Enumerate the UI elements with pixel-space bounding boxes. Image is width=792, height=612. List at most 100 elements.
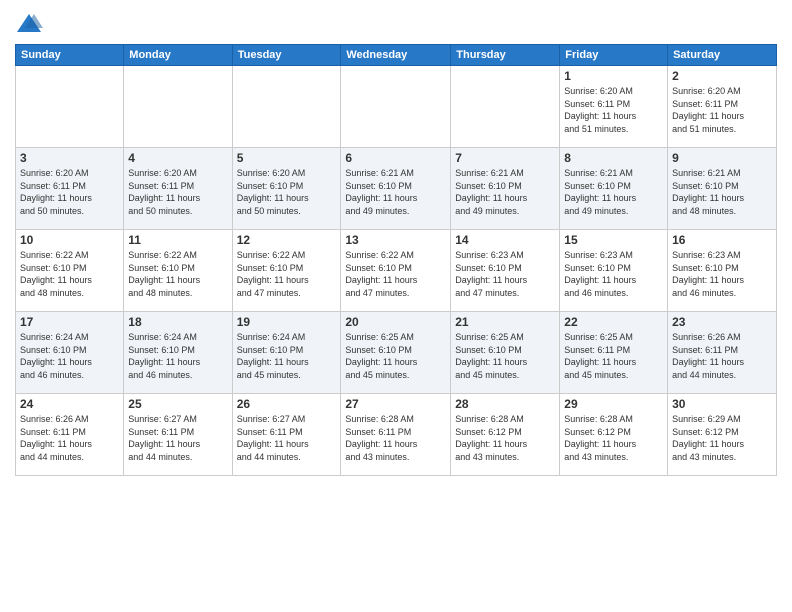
day-number: 12: [237, 233, 337, 247]
calendar-cell: 24 Sunrise: 6:26 AM Sunset: 6:11 PM Dayli…: [16, 394, 124, 476]
day-info: Sunrise: 6:21 AM Sunset: 6:10 PM Dayligh…: [455, 167, 555, 217]
day-number: 10: [20, 233, 119, 247]
day-number: 4: [128, 151, 227, 165]
day-info: Sunrise: 6:21 AM Sunset: 6:10 PM Dayligh…: [672, 167, 772, 217]
day-info: Sunrise: 6:29 AM Sunset: 6:12 PM Dayligh…: [672, 413, 772, 463]
calendar-cell: 6 Sunrise: 6:21 AM Sunset: 6:10 PM Daylig…: [341, 148, 451, 230]
calendar-cell: [16, 66, 124, 148]
day-info: Sunrise: 6:20 AM Sunset: 6:11 PM Dayligh…: [564, 85, 663, 135]
day-number: 18: [128, 315, 227, 329]
day-number: 2: [672, 69, 772, 83]
calendar-cell: 14Sunrise: 6:23 AM Sunset: 6:10 PM Dayli…: [451, 230, 560, 312]
day-number: 23: [672, 315, 772, 329]
weekday-header-tuesday: Tuesday: [232, 45, 341, 66]
day-number: 30: [672, 397, 772, 411]
calendar-cell: 2 Sunrise: 6:20 AM Sunset: 6:11 PM Daylig…: [668, 66, 777, 148]
logo: [15, 10, 47, 38]
day-info: Sunrise: 6:28 AM Sunset: 6:12 PM Dayligh…: [564, 413, 663, 463]
calendar-cell: 25Sunrise: 6:27 AM Sunset: 6:11 PM Dayli…: [124, 394, 232, 476]
calendar-cell: 30 Sunrise: 6:29 AM Sunset: 6:12 PM Dayli…: [668, 394, 777, 476]
header: [15, 10, 777, 38]
calendar-cell: 15Sunrise: 6:23 AM Sunset: 6:10 PM Dayli…: [560, 230, 668, 312]
day-info: Sunrise: 6:20 AM Sunset: 6:11 PM Dayligh…: [128, 167, 227, 217]
calendar-cell: 7 Sunrise: 6:21 AM Sunset: 6:10 PM Daylig…: [451, 148, 560, 230]
calendar-cell: 26 Sunrise: 6:27 AM Sunset: 6:11 PM Dayli…: [232, 394, 341, 476]
week-row-2: 3 Sunrise: 6:20 AM Sunset: 6:11 PM Daylig…: [16, 148, 777, 230]
day-number: 1: [564, 69, 663, 83]
day-number: 29: [564, 397, 663, 411]
day-number: 3: [20, 151, 119, 165]
calendar-cell: 17 Sunrise: 6:24 AM Sunset: 6:10 PM Dayli…: [16, 312, 124, 394]
week-row-1: 1 Sunrise: 6:20 AM Sunset: 6:11 PM Daylig…: [16, 66, 777, 148]
calendar-cell: 10 Sunrise: 6:22 AM Sunset: 6:10 PM Dayli…: [16, 230, 124, 312]
day-info: Sunrise: 6:26 AM Sunset: 6:11 PM Dayligh…: [672, 331, 772, 381]
day-number: 14: [455, 233, 555, 247]
weekday-header-wednesday: Wednesday: [341, 45, 451, 66]
calendar-cell: 23 Sunrise: 6:26 AM Sunset: 6:11 PM Dayli…: [668, 312, 777, 394]
calendar-cell: 27 Sunrise: 6:28 AM Sunset: 6:11 PM Dayli…: [341, 394, 451, 476]
week-row-4: 17 Sunrise: 6:24 AM Sunset: 6:10 PM Dayli…: [16, 312, 777, 394]
week-row-3: 10 Sunrise: 6:22 AM Sunset: 6:10 PM Dayli…: [16, 230, 777, 312]
day-info: Sunrise: 6:22 AM Sunset: 6:10 PM Dayligh…: [20, 249, 119, 299]
day-number: 11: [128, 233, 227, 247]
day-info: Sunrise: 6:28 AM Sunset: 6:11 PM Dayligh…: [345, 413, 446, 463]
day-info: Sunrise: 6:25 AM Sunset: 6:10 PM Dayligh…: [345, 331, 446, 381]
day-number: 8: [564, 151, 663, 165]
calendar-cell: 21 Sunrise: 6:25 AM Sunset: 6:10 PM Dayli…: [451, 312, 560, 394]
calendar-cell: 28Sunrise: 6:28 AM Sunset: 6:12 PM Dayli…: [451, 394, 560, 476]
day-number: 26: [237, 397, 337, 411]
day-info: Sunrise: 6:20 AM Sunset: 6:11 PM Dayligh…: [20, 167, 119, 217]
day-info: Sunrise: 6:23 AM Sunset: 6:10 PM Dayligh…: [672, 249, 772, 299]
day-info: Sunrise: 6:22 AM Sunset: 6:10 PM Dayligh…: [237, 249, 337, 299]
logo-icon: [15, 10, 43, 38]
calendar-cell: [232, 66, 341, 148]
calendar-cell: 16 Sunrise: 6:23 AM Sunset: 6:10 PM Dayli…: [668, 230, 777, 312]
day-info: Sunrise: 6:28 AM Sunset: 6:12 PM Dayligh…: [455, 413, 555, 463]
day-info: Sunrise: 6:22 AM Sunset: 6:10 PM Dayligh…: [345, 249, 446, 299]
calendar-cell: 19Sunrise: 6:24 AM Sunset: 6:10 PM Dayli…: [232, 312, 341, 394]
day-number: 21: [455, 315, 555, 329]
day-info: Sunrise: 6:26 AM Sunset: 6:11 PM Dayligh…: [20, 413, 119, 463]
calendar-cell: 12 Sunrise: 6:22 AM Sunset: 6:10 PM Dayli…: [232, 230, 341, 312]
day-number: 13: [345, 233, 446, 247]
day-number: 16: [672, 233, 772, 247]
day-number: 25: [128, 397, 227, 411]
calendar-cell: [341, 66, 451, 148]
weekday-header-monday: Monday: [124, 45, 232, 66]
weekday-header-thursday: Thursday: [451, 45, 560, 66]
day-number: 6: [345, 151, 446, 165]
day-info: Sunrise: 6:24 AM Sunset: 6:10 PM Dayligh…: [128, 331, 227, 381]
week-row-5: 24 Sunrise: 6:26 AM Sunset: 6:11 PM Dayli…: [16, 394, 777, 476]
calendar-cell: 9 Sunrise: 6:21 AM Sunset: 6:10 PM Daylig…: [668, 148, 777, 230]
day-info: Sunrise: 6:22 AM Sunset: 6:10 PM Dayligh…: [128, 249, 227, 299]
day-number: 17: [20, 315, 119, 329]
day-number: 22: [564, 315, 663, 329]
day-info: Sunrise: 6:27 AM Sunset: 6:11 PM Dayligh…: [237, 413, 337, 463]
day-info: Sunrise: 6:20 AM Sunset: 6:10 PM Dayligh…: [237, 167, 337, 217]
weekday-header-row: SundayMondayTuesdayWednesdayThursdayFrid…: [16, 45, 777, 66]
calendar-cell: 4 Sunrise: 6:20 AM Sunset: 6:11 PM Daylig…: [124, 148, 232, 230]
page: SundayMondayTuesdayWednesdayThursdayFrid…: [0, 0, 792, 612]
day-number: 27: [345, 397, 446, 411]
calendar-cell: [124, 66, 232, 148]
day-number: 20: [345, 315, 446, 329]
calendar-cell: 18 Sunrise: 6:24 AM Sunset: 6:10 PM Dayli…: [124, 312, 232, 394]
day-info: Sunrise: 6:24 AM Sunset: 6:10 PM Dayligh…: [20, 331, 119, 381]
day-info: Sunrise: 6:23 AM Sunset: 6:10 PM Dayligh…: [564, 249, 663, 299]
calendar: SundayMondayTuesdayWednesdayThursdayFrid…: [15, 44, 777, 476]
calendar-cell: 5 Sunrise: 6:20 AM Sunset: 6:10 PM Daylig…: [232, 148, 341, 230]
day-info: Sunrise: 6:20 AM Sunset: 6:11 PM Dayligh…: [672, 85, 772, 135]
weekday-header-sunday: Sunday: [16, 45, 124, 66]
calendar-cell: 29 Sunrise: 6:28 AM Sunset: 6:12 PM Dayli…: [560, 394, 668, 476]
day-number: 19: [237, 315, 337, 329]
day-info: Sunrise: 6:21 AM Sunset: 6:10 PM Dayligh…: [345, 167, 446, 217]
day-number: 9: [672, 151, 772, 165]
day-info: Sunrise: 6:25 AM Sunset: 6:11 PM Dayligh…: [564, 331, 663, 381]
day-number: 7: [455, 151, 555, 165]
day-number: 5: [237, 151, 337, 165]
calendar-cell: 22 Sunrise: 6:25 AM Sunset: 6:11 PM Dayli…: [560, 312, 668, 394]
calendar-cell: 1 Sunrise: 6:20 AM Sunset: 6:11 PM Daylig…: [560, 66, 668, 148]
day-info: Sunrise: 6:25 AM Sunset: 6:10 PM Dayligh…: [455, 331, 555, 381]
day-number: 24: [20, 397, 119, 411]
weekday-header-friday: Friday: [560, 45, 668, 66]
